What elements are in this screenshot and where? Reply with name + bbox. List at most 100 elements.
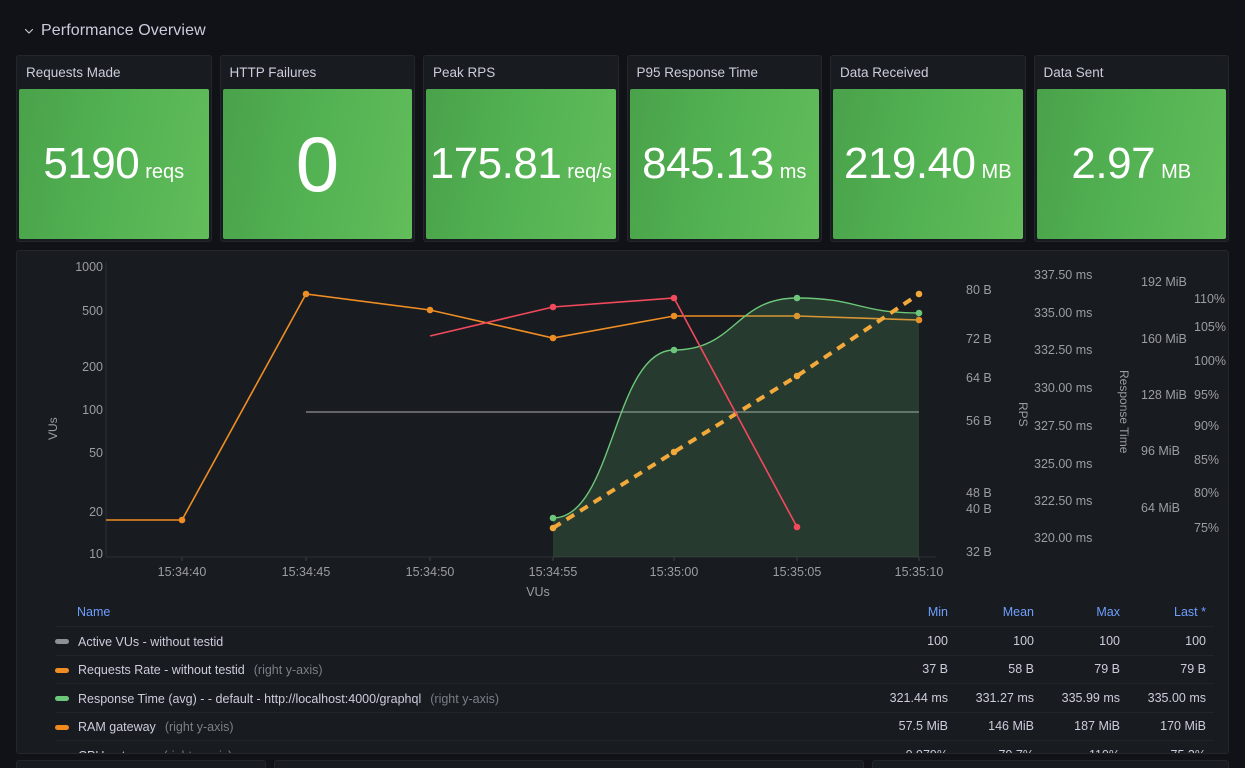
legend-mean: 100 [956,626,1042,656]
legend-last: 335.00 ms [1128,683,1214,713]
stat-panel-body: 175.81 req/s [426,89,616,239]
next-panel-1[interactable] [16,760,266,768]
legend-header-row: Name Min Mean Max Last * [55,599,1214,627]
legend-row[interactable]: RAM gateway (right y-axis) 57.5 MiB 146 MiB… [55,712,1214,741]
y-axis-tick-rps: 48 B [966,486,992,500]
legend-series-name-cell[interactable]: CPU gateway (right y-axis) [55,740,870,754]
y-axis-tick-response-time: 320.00 ms [1034,531,1093,545]
next-panel-2[interactable] [274,760,864,768]
legend-col-name[interactable]: Name [55,599,870,627]
legend-color-swatch[interactable] [55,667,69,673]
legend-mean: 331.27 ms [956,683,1042,713]
legend-last: 100 [1128,626,1214,656]
stat-unit: reqs [145,161,185,183]
stat-panel-body: 5190 reqs [19,89,209,239]
x-axis-tick: 15:35:05 [772,565,822,579]
y-axis-tick-response-time: 325.00 ms [1034,457,1093,471]
y-axis-tick-response-time: 330.00 ms [1034,381,1093,395]
stat-panel-title: Requests Made [26,65,121,80]
y-axis-tick-percent: 110% [1194,292,1226,306]
legend-axis-note: (right y-axis) [163,749,232,754]
legend-max: 187 MiB [1042,712,1128,741]
y-axis-tick-vus: 20 [89,505,103,519]
y-axis-tick-response-time: 322.50 ms [1034,494,1093,508]
stat-panel[interactable]: Requests Made 5190 reqs [16,55,212,242]
legend-series-name-cell[interactable]: Active VUs - without testid [55,626,870,656]
legend-series-label: Response Time (avg) - - default - http:/… [78,691,422,706]
x-axis-tick: 15:34:45 [281,565,331,579]
x-axis-label: VUs [526,585,550,599]
y-axis-tick-rps: 32 B [966,545,992,559]
y-axis-tick-rps: 72 B [966,332,992,346]
legend-series-name-cell[interactable]: Requests Rate - without testid (right y-a… [55,655,870,684]
stat-panel-row: Requests Made 5190 reqs HTTP Failures 0 Peak … [16,55,1229,242]
legend-col-min[interactable]: Min [870,599,956,627]
legend-col-last[interactable]: Last * [1128,599,1214,627]
y-axis-tick-rps: 64 B [966,371,992,385]
stat-panel[interactable]: Data Sent 2.97 MB [1033,55,1229,242]
stat-panel-body: 0 [222,89,412,239]
stat-panel[interactable]: Data Received 219.40 MB [830,55,1026,242]
y-axis-tick-response-time: 332.50 ms [1034,343,1093,357]
row-title: Performance Overview [41,22,206,39]
y-axis-tick-rps: 56 B [966,414,992,428]
stat-panel-title: P95 Response Time [636,65,759,80]
legend-color-swatch[interactable] [55,724,69,730]
y-axis-tick-memory: 96 MiB [1141,444,1180,458]
x-axis-tick: 15:34:55 [528,565,578,579]
stat-panel[interactable]: P95 Response Time 845.13 ms [626,55,822,242]
row-header-performance-overview[interactable]: Performance Overview [24,18,206,44]
stat-panel-body: 2.97 MB [1036,89,1226,239]
legend-row[interactable]: Active VUs - without testid 100 100 100 100 [55,626,1214,656]
legend-row[interactable]: Requests Rate - without testid (right y-a… [55,655,1214,684]
stat-value: 0 [295,120,339,208]
plot-area[interactable]: 1000 500 200 100 50 20 10 80 B 72 B 64 B 56 B 48 B 4… [17,251,1228,599]
stat-panel[interactable]: HTTP Failures 0 [219,55,415,242]
legend-series-name-cell[interactable]: Response Time (avg) - - default - http:/… [55,683,870,713]
y-axis-title-response-time: Response Time [1117,370,1131,454]
legend-row[interactable]: Response Time (avg) - - default - http:/… [55,683,1214,713]
stat-panel-title: Peak RPS [433,65,496,80]
legend-color-swatch[interactable] [55,696,69,701]
y-axis-tick-percent: 90% [1194,419,1220,433]
legend-min: 57.5 MiB [870,712,956,741]
legend-axis-note: (right y-axis) [430,691,500,706]
y-axis-tick-vus: 10 [89,547,103,561]
y-axis-tick-percent: 95% [1194,388,1220,402]
y-axis-tick-vus: 100 [82,403,103,417]
next-row-panels [16,760,1229,768]
stat-value: 175.81 [429,139,562,188]
y-axis-tick-memory: 64 MiB [1141,501,1180,515]
legend-series-label: CPU gateway [78,749,154,754]
y-axis-tick-memory: 128 MiB [1141,388,1187,402]
legend-color-swatch[interactable] [55,639,69,644]
y-axis-tick-memory: 192 MiB [1141,275,1187,289]
y-axis-tick-vus: 1000 [75,260,103,274]
x-axis-tick: 15:34:50 [405,565,455,579]
y-axis-tick-percent: 100% [1194,354,1226,368]
y-axis-tick-response-time: 335.00 ms [1034,306,1093,320]
legend-series-label: Active VUs - without testid [78,634,224,649]
legend-series-name-cell[interactable]: RAM gateway (right y-axis) [55,712,870,741]
y-axis-tick-percent: 105% [1194,320,1226,334]
legend-col-max[interactable]: Max [1042,599,1128,627]
y-axis-tick-rps: 40 B [966,502,992,516]
y-axis-tick-response-time: 337.50 ms [1034,268,1093,282]
chevron-down-icon[interactable] [24,26,34,36]
legend-max: 335.99 ms [1042,683,1128,713]
stat-panel[interactable]: Peak RPS 175.81 req/s [423,55,619,242]
legend-row[interactable]: CPU gateway (right y-axis) 0.979%79.7%110%… [55,740,1214,754]
legend-mean: 79.7% [956,740,1042,753]
legend-axis-note: (right y-axis) [253,663,323,677]
legend-max: 100 [1042,626,1128,656]
y-axis-tick-percent: 80% [1194,486,1220,500]
y-axis-tick-vus: 200 [82,360,103,374]
y-axis-tick-vus: 500 [82,304,103,318]
y-axis-tick-memory: 160 MiB [1141,332,1187,346]
stat-unit: req/s [567,161,612,183]
legend-col-mean[interactable]: Mean [956,599,1042,627]
stat-panel-body: 845.13 ms [629,89,819,239]
next-panel-3[interactable] [872,760,1229,768]
y-axis-tick-percent: 75% [1194,521,1220,535]
x-axis-tick: 15:35:00 [649,565,699,579]
